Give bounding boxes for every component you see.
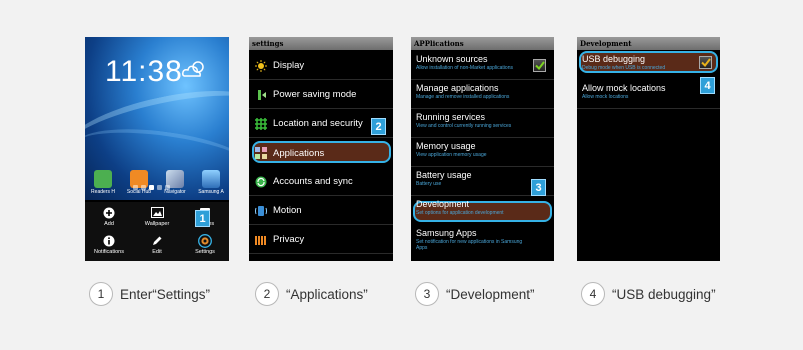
step-caption-3: 3 “Development”: [415, 282, 535, 306]
tray-settings[interactable]: Settings: [181, 232, 229, 261]
settings-panel: settings Display Power saving mode Locat…: [249, 37, 393, 261]
samsung-apps-icon: [202, 170, 220, 188]
wallpaper-icon: [150, 207, 164, 218]
step-number: 3: [415, 282, 439, 306]
screen-title: Development: [577, 37, 720, 50]
add-icon: [103, 207, 115, 218]
page-indicator: [133, 185, 170, 190]
readers-hub-icon: [94, 170, 112, 188]
applications-grid-icon: [255, 147, 267, 159]
screen-title: APPlications: [411, 37, 554, 50]
home-screen-panel: 11:38 Readers H Social Hub Navigator Sam…: [85, 37, 229, 261]
tray-edit[interactable]: Edit: [133, 232, 181, 261]
sync-icon: [255, 176, 267, 187]
screen-title: settings: [249, 37, 393, 50]
app-setting-memory-usage[interactable]: Memory usage View application memory usa…: [411, 138, 554, 167]
step-caption-4: 4 “USB debugging”: [581, 282, 716, 306]
step-number: 1: [89, 282, 113, 306]
app-setting-manage-applications[interactable]: Manage applications Manage and remove in…: [411, 80, 554, 109]
weather-cloud-icon: [182, 61, 204, 77]
dock-app-social-hub[interactable]: Social Hub: [122, 170, 156, 195]
sun-icon: [255, 59, 267, 72]
settings-item-privacy[interactable]: Privacy: [249, 226, 393, 254]
dock-app-readers-hub[interactable]: Readers H: [86, 170, 120, 195]
location-grid-icon: [255, 117, 267, 130]
step-number: 2: [255, 282, 279, 306]
motion-phone-icon: [255, 205, 267, 216]
power-saving-icon: [258, 89, 266, 100]
tray-notifications[interactable]: Notifications: [85, 232, 133, 261]
step-badge: 4: [700, 77, 715, 94]
gear-icon: [198, 233, 212, 248]
applications-panel: APPlications Unknown sources Allow insta…: [411, 37, 554, 261]
settings-item-display[interactable]: Display: [249, 52, 393, 80]
app-setting-development[interactable]: Development Set options for application …: [411, 196, 554, 225]
settings-item-accounts-sync[interactable]: Accounts and sync: [249, 168, 393, 196]
tray-wallpaper[interactable]: Wallpaper: [133, 204, 181, 233]
step-text: “Applications”: [286, 286, 368, 302]
privacy-icon: [255, 235, 266, 245]
step-badge: 3: [531, 179, 546, 196]
tray-add[interactable]: Add: [85, 204, 133, 233]
settings-item-motion[interactable]: Motion: [249, 197, 393, 225]
step-text: Enter“Settings”: [120, 286, 211, 302]
step-text: “Development”: [446, 286, 535, 302]
settings-item-next[interactable]: [249, 255, 393, 261]
development-panel: Development USB debugging Debug mode whe…: [577, 37, 720, 261]
dock-app-navigator[interactable]: Navigator: [158, 170, 192, 195]
info-icon: [103, 235, 115, 246]
settings-item-applications[interactable]: Applications: [249, 139, 393, 167]
unknown-sources-checkbox[interactable]: [533, 59, 546, 72]
pencil-icon: [153, 236, 162, 245]
dev-setting-allow-mock-locations[interactable]: Allow mock locations Allow mock location…: [577, 80, 720, 109]
wallpaper: 11:38 Readers H Social Hub Navigator Sam…: [85, 37, 229, 200]
dev-setting-usb-debugging[interactable]: USB debugging Debug mode when USB is con…: [577, 51, 720, 80]
app-setting-running-services[interactable]: Running services View and control curren…: [411, 109, 554, 138]
step-number: 4: [581, 282, 605, 306]
dock-app-samsung-apps[interactable]: Samsung A: [194, 170, 228, 195]
checkmark-icon: [534, 61, 545, 70]
app-setting-samsung-apps[interactable]: Samsung Apps Set notification for new ap…: [411, 225, 554, 261]
settings-item-power-saving[interactable]: Power saving mode: [249, 81, 393, 109]
usb-debugging-checkbox[interactable]: [699, 56, 712, 69]
step-badge: 1: [195, 210, 210, 227]
clock: 11:38: [105, 55, 183, 88]
step-text: “USB debugging”: [612, 286, 716, 302]
checkmark-icon: [700, 58, 711, 67]
step-caption-1: 1 Enter“Settings”: [89, 282, 210, 306]
step-caption-2: 2 “Applications”: [255, 282, 368, 306]
app-setting-unknown-sources[interactable]: Unknown sources Allow installation of no…: [411, 51, 554, 80]
step-badge: 2: [371, 118, 386, 135]
